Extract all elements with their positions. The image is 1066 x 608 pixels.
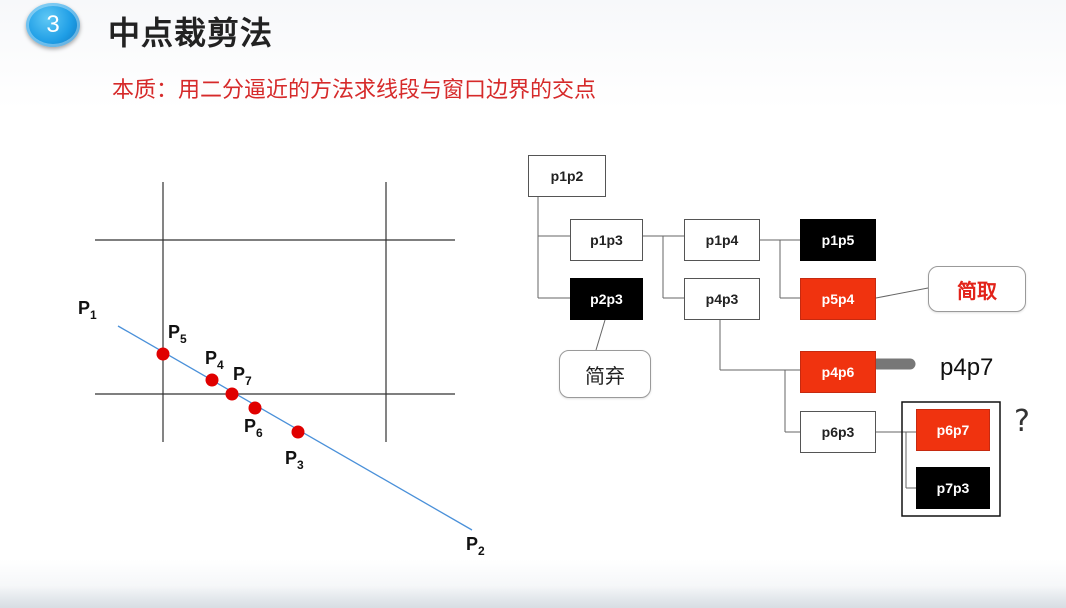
label-p3: P3: [285, 448, 304, 472]
node-p4p6: p4p6: [800, 351, 876, 393]
node-p1p3: p1p3: [570, 219, 643, 261]
point-p3: [291, 425, 305, 439]
point-p5: [156, 347, 170, 361]
point-p4: [205, 373, 219, 387]
label-p6: P6: [244, 416, 263, 440]
callout-take: 简取: [928, 266, 1026, 312]
node-p1p4: p1p4: [684, 219, 760, 261]
point-p6: [248, 401, 262, 415]
label-p7: P7: [233, 364, 252, 388]
node-p2p3: p2p3: [570, 278, 643, 320]
node-p6p7: p6p7: [916, 409, 990, 451]
footer-bar: [0, 586, 1066, 608]
node-p1p2: p1p2: [528, 155, 606, 197]
clipping-window-diagram: [95, 182, 1001, 531]
label-p5: P5: [168, 322, 187, 346]
callout-discard: 简弃: [559, 350, 651, 398]
node-p7p3: p7p3: [916, 467, 990, 509]
label-p2: P2: [466, 534, 485, 558]
node-p1p5: p1p5: [800, 219, 876, 261]
node-p6p3: p6p3: [800, 411, 876, 453]
annotation-question-mark: ?: [1014, 404, 1030, 439]
label-p1: P1: [78, 298, 97, 322]
label-p4: P4: [205, 348, 224, 372]
point-p7: [225, 387, 239, 401]
node-p5p4: p5p4: [800, 278, 876, 320]
annotation-p4p7: p4p7: [940, 354, 994, 381]
node-p4p3: p4p3: [684, 278, 760, 320]
